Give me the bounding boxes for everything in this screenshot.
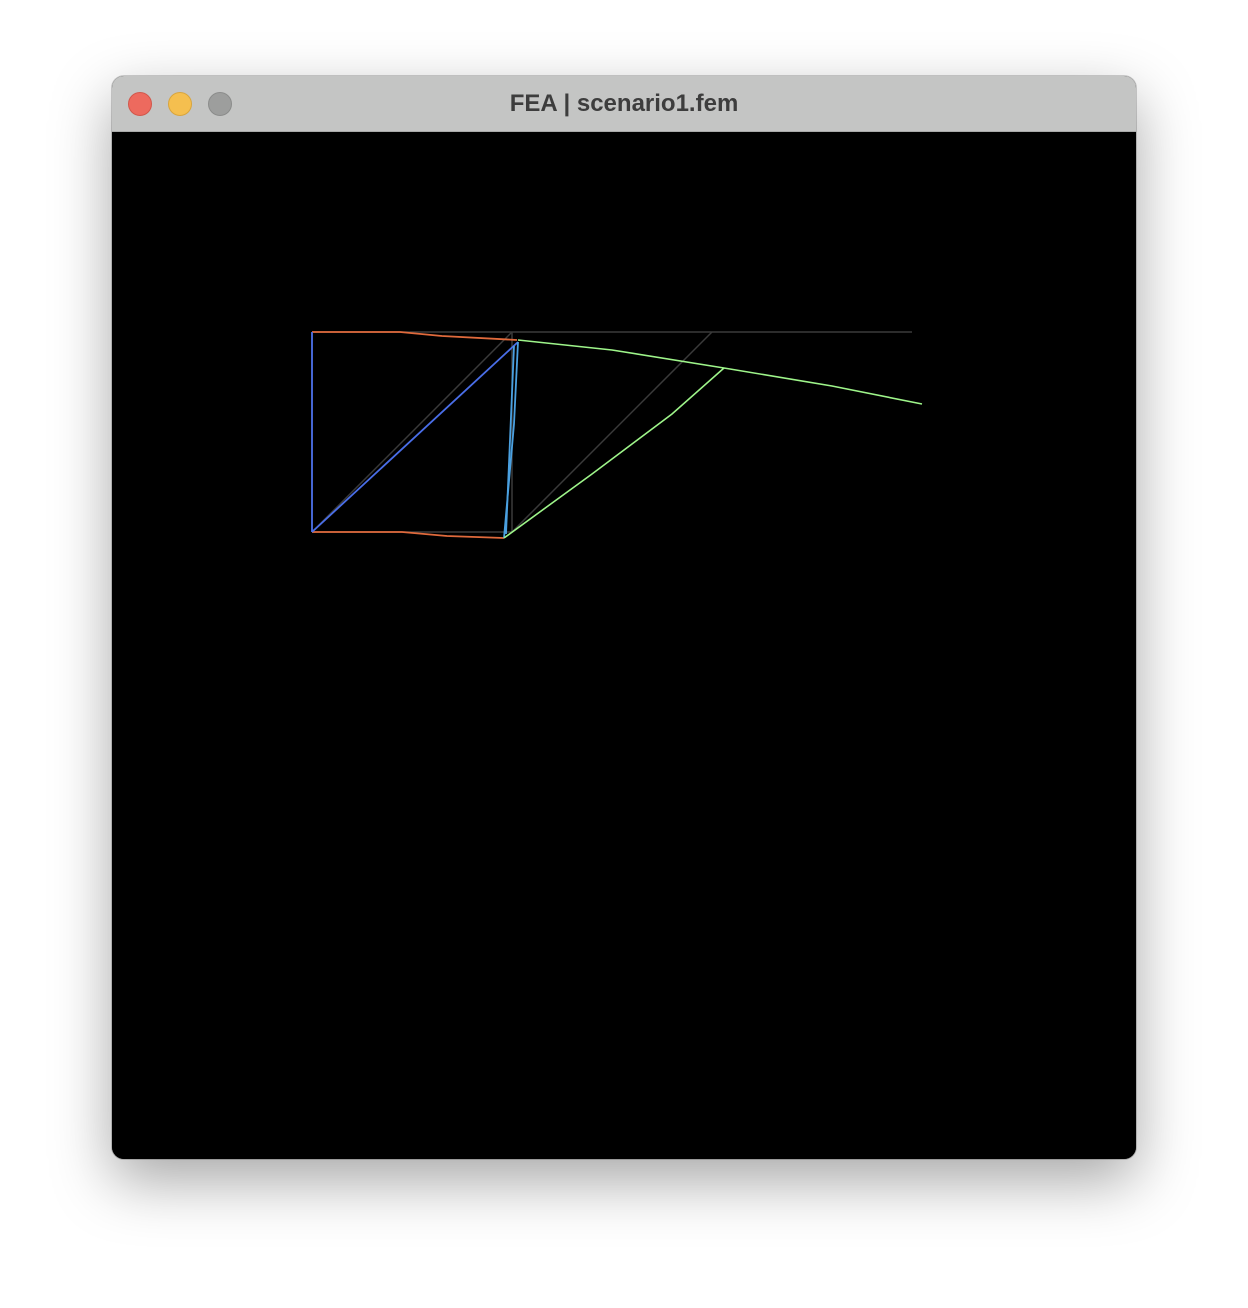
deformed-mid-edge xyxy=(503,341,519,539)
minimize-button[interactable] xyxy=(168,92,192,116)
app-window: FEA | scenario1.fem xyxy=(112,76,1136,1159)
deformed-bottom-edge-left xyxy=(312,531,505,539)
title-bar[interactable]: FEA | scenario1.fem xyxy=(112,76,1136,132)
undeformed-diagonal-left xyxy=(311,331,513,533)
undeformed-mesh xyxy=(311,331,912,533)
deformed-top-edge-left xyxy=(312,331,518,341)
deformed-mid-element xyxy=(503,341,519,539)
fea-viewport[interactable] xyxy=(112,132,1136,1159)
close-button[interactable] xyxy=(128,92,152,116)
deformed-diagonal-left xyxy=(311,341,519,533)
zoom-button[interactable] xyxy=(208,92,232,116)
window-title: FEA | scenario1.fem xyxy=(509,90,739,117)
mesh-plot xyxy=(311,331,923,539)
deformed-diagonal-right xyxy=(503,367,725,539)
deformed-left-edges xyxy=(312,331,518,539)
deformed-right-element xyxy=(503,339,923,539)
